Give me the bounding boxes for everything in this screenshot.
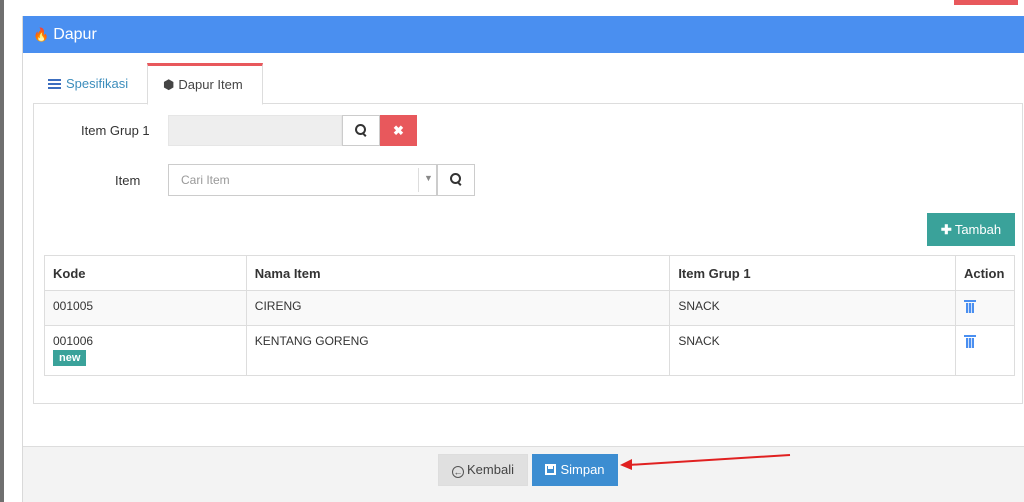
floppy-disk-icon xyxy=(545,464,557,475)
column-header-nama-item: Nama Item xyxy=(245,255,671,291)
item-grup-clear-button[interactable]: ✖ xyxy=(380,115,417,146)
window-left-edge xyxy=(0,0,4,502)
search-icon xyxy=(450,173,462,185)
tab-dapur-item-label: Dapur Item xyxy=(178,77,243,92)
item-grup-search-button[interactable] xyxy=(342,115,380,146)
column-header-action: Action xyxy=(954,255,1016,291)
item-label: Item xyxy=(115,173,141,188)
annotation-arrow-shaft xyxy=(627,454,791,466)
item-grup-input[interactable] xyxy=(168,115,342,146)
tab-content-dapur-item: Item Grup 1 ✖ Item Cari Item ▼ ✚ Tambah K… xyxy=(33,104,1023,404)
table-header-row: Kode Nama Item Item Grup 1 Action xyxy=(44,255,1016,291)
cell-nama-item: KENTANG GORENG xyxy=(245,325,671,376)
trash-icon[interactable] xyxy=(963,334,976,348)
tab-bar: Spesifikasi ⬢ Dapur Item xyxy=(33,63,1023,105)
tab-spesifikasi[interactable]: Spesifikasi xyxy=(33,63,143,104)
item-select-placeholder: Cari Item xyxy=(181,173,230,187)
cell-kode-value: 001006 xyxy=(53,334,94,348)
arrow-left-circle-icon: ← xyxy=(452,466,465,478)
cell-action xyxy=(954,325,1016,376)
panel-footer: ← Kembali Simpan xyxy=(23,446,1024,502)
panel-header: 🔥 Dapur xyxy=(23,16,1024,53)
panel-title: Dapur xyxy=(53,26,97,43)
dapur-panel: 🔥 Dapur Spesifikasi ⬢ Dapur Item Item Grup… xyxy=(22,16,1024,502)
plus-icon: ✚ xyxy=(940,222,952,237)
cell-item-grup: SNACK xyxy=(669,325,956,376)
new-badge: new xyxy=(53,350,87,366)
items-table: Kode Nama Item Item Grup 1 Action 001005… xyxy=(44,255,1016,376)
cell-kode: 001005 xyxy=(44,290,247,326)
list-icon xyxy=(48,79,61,89)
annotation-arrow xyxy=(620,454,791,470)
search-icon xyxy=(355,124,367,136)
cell-item-grup: SNACK xyxy=(669,290,956,326)
trash-icon[interactable] xyxy=(963,299,976,313)
annotation-arrow-head xyxy=(620,459,632,470)
top-right-red-bar xyxy=(954,0,1018,5)
select-divider xyxy=(418,168,419,192)
simpan-button[interactable]: Simpan xyxy=(532,454,618,486)
cell-action xyxy=(954,290,1016,326)
fire-icon: 🔥 xyxy=(33,27,50,42)
item-grup-label: Item Grup 1 xyxy=(81,123,150,138)
caret-down-icon[interactable]: ▼ xyxy=(424,173,433,183)
column-header-item-grup: Item Grup 1 xyxy=(669,255,956,291)
tambah-button[interactable]: ✚ Tambah xyxy=(927,213,1015,246)
cell-nama-item: CIRENG xyxy=(245,290,671,326)
item-search-button[interactable] xyxy=(437,164,475,196)
table-row: 001005 CIRENG SNACK xyxy=(44,290,1016,326)
tab-dapur-item[interactable]: ⬢ Dapur Item xyxy=(147,63,263,105)
tab-spesifikasi-label: Spesifikasi xyxy=(66,76,129,91)
cube-icon: ⬢ xyxy=(163,77,175,92)
simpan-button-label: Simpan xyxy=(560,462,605,477)
kembali-button[interactable]: ← Kembali xyxy=(438,454,528,486)
item-select[interactable]: Cari Item ▼ xyxy=(168,164,437,196)
cell-kode: 001006 new xyxy=(44,325,247,376)
table-row: 001006 new KENTANG GORENG SNACK xyxy=(44,325,1016,376)
tambah-button-label: Tambah xyxy=(954,222,1002,237)
column-header-kode: Kode xyxy=(44,255,247,291)
kembali-button-label: Kembali xyxy=(467,462,514,477)
